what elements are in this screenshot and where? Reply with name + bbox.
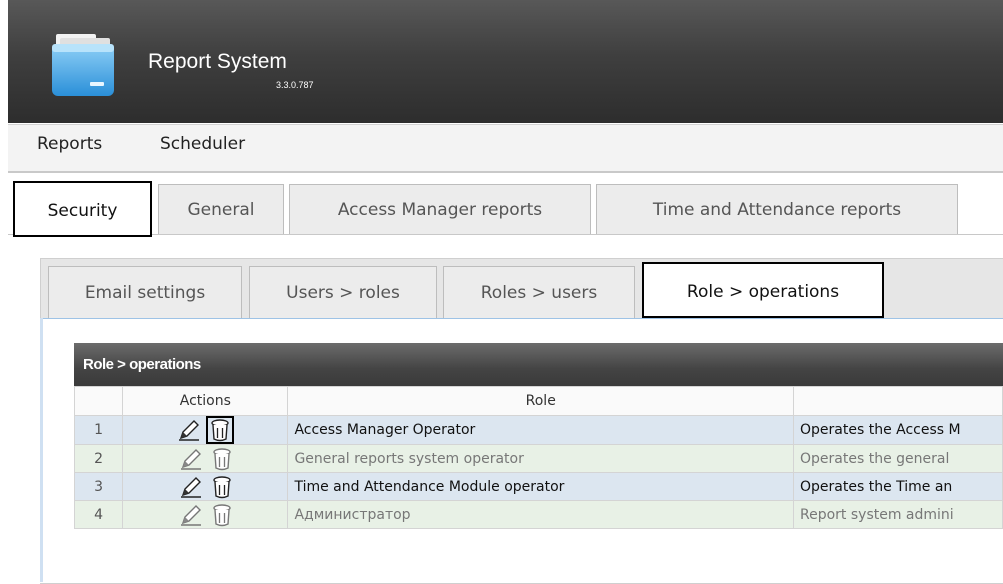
tab-access-manager-reports[interactable]: Access Manager reports (289, 184, 591, 234)
row-actions (122, 444, 289, 473)
row-number: 1 (73, 415, 124, 445)
table-row[interactable]: 4 Администратор Report system admini (73, 500, 1003, 529)
table-header-row: Actions Role (73, 386, 1003, 416)
menu-scheduler[interactable]: Scheduler (160, 134, 245, 154)
row-actions (122, 472, 289, 501)
row-role: Access Manager Operator (287, 415, 794, 445)
pencil-icon[interactable] (179, 447, 203, 471)
row-role: Time and Attendance Module operator (287, 472, 794, 501)
pencil-icon[interactable] (179, 475, 203, 499)
trash-icon[interactable] (210, 418, 230, 442)
app-title: Report System (148, 50, 287, 73)
row-number: 2 (73, 444, 124, 473)
trash-icon[interactable] (212, 447, 232, 471)
subtab-email-settings[interactable]: Email settings (48, 266, 242, 318)
table-row[interactable]: 1 Access Manager Operator Operates the A… (73, 415, 1003, 445)
tab-general[interactable]: General (158, 184, 284, 234)
row-description: Operates the Time an (793, 472, 1003, 501)
row-description: Operates the Access M (793, 415, 1003, 445)
row-description: Report system admini (793, 500, 1003, 529)
subtab-role-operations[interactable]: Role > operations (642, 262, 884, 318)
row-number: 3 (73, 472, 124, 501)
column-header-description[interactable] (793, 386, 1003, 416)
trash-icon[interactable] (212, 475, 232, 499)
folder-icon (52, 34, 114, 96)
row-number: 4 (73, 500, 124, 529)
grid-title: Role > operations (83, 356, 201, 373)
delete-button-highlight[interactable] (205, 416, 234, 444)
table-row[interactable]: 2 General reports system operator Operat… (73, 444, 1003, 473)
subtab-roles-users[interactable]: Roles > users (443, 266, 635, 318)
tab-time-attendance-reports[interactable]: Time and Attendance reports (596, 184, 958, 234)
row-role: General reports system operator (287, 444, 794, 473)
trash-icon[interactable] (212, 503, 232, 527)
grid-header (74, 343, 1003, 386)
tab-security[interactable]: Security (13, 181, 152, 237)
menu-bar (8, 124, 1003, 173)
role-operations-table: Actions Role 1 Access Manager Operator O… (73, 386, 1003, 529)
column-header-actions[interactable]: Actions (122, 386, 289, 416)
pencil-icon[interactable] (179, 503, 203, 527)
app-version: 3.3.0.787 (276, 80, 314, 90)
menu-reports[interactable]: Reports (37, 134, 102, 154)
subtab-users-roles[interactable]: Users > roles (249, 266, 437, 318)
pencil-icon[interactable] (177, 418, 201, 442)
column-header-number (73, 386, 124, 416)
row-role: Администратор (287, 500, 794, 529)
column-header-role[interactable]: Role (287, 386, 794, 416)
table-row[interactable]: 3 Time and Attendance Module operator Op… (73, 472, 1003, 501)
row-actions (122, 415, 289, 445)
row-actions (122, 500, 289, 529)
row-description: Operates the general (793, 444, 1003, 473)
